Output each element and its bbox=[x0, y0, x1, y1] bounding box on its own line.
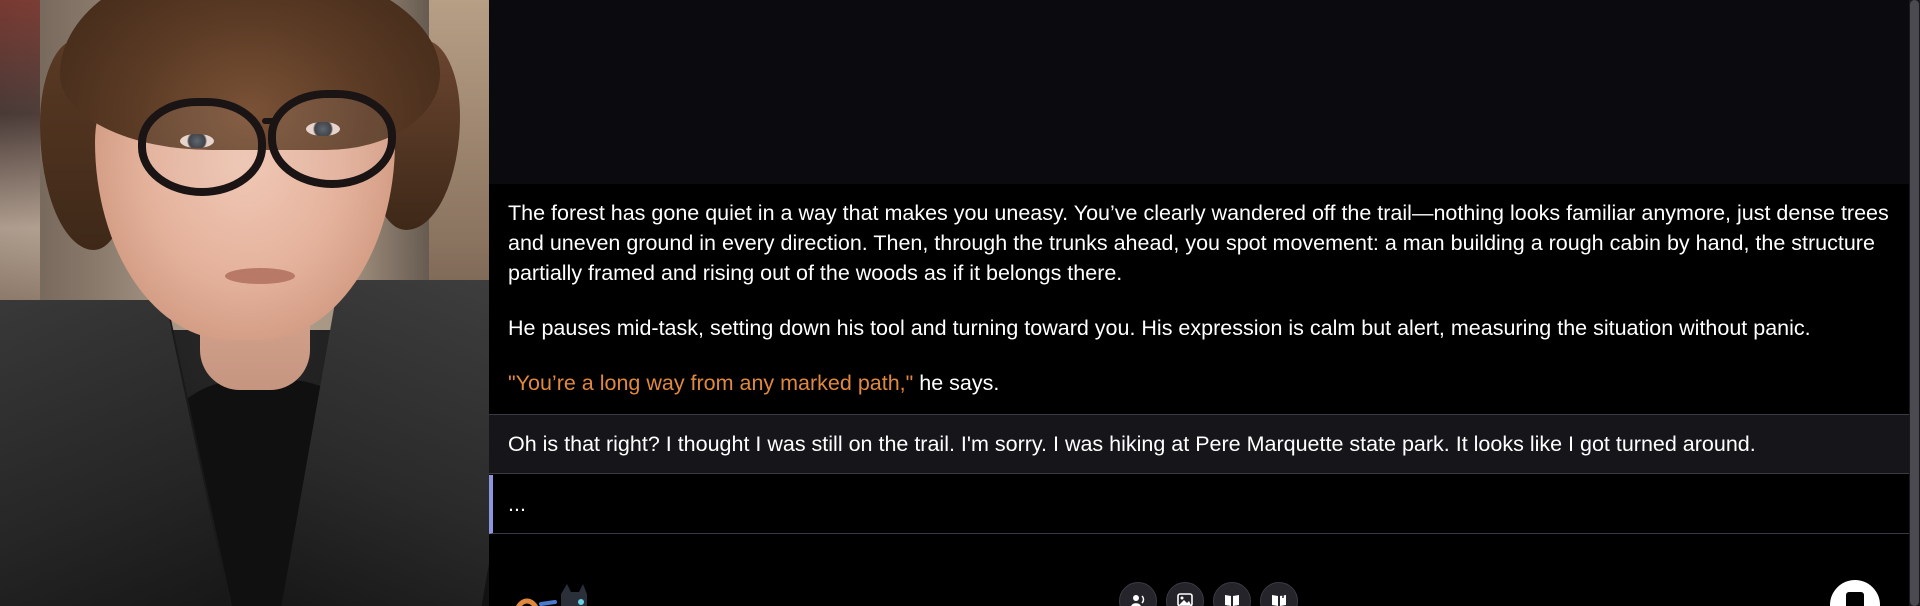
chat-toolbar bbox=[489, 556, 1909, 606]
glasses-bridge bbox=[262, 118, 276, 124]
glasses-lens-right bbox=[268, 90, 396, 188]
book-icon bbox=[1225, 595, 1239, 606]
user-message: Oh is that right? I thought I was still … bbox=[489, 414, 1909, 474]
image-icon bbox=[1177, 593, 1193, 606]
portrait-jacket-right bbox=[279, 280, 489, 606]
portrait-lips bbox=[225, 268, 295, 284]
app-logo-icon bbox=[516, 584, 587, 606]
book-button[interactable] bbox=[1213, 582, 1251, 606]
ai-dialogue-quote: "You’re a long way from any marked path,… bbox=[508, 371, 914, 395]
glasses-lens-left bbox=[138, 98, 266, 196]
chat-top-area bbox=[489, 0, 1909, 184]
ai-paragraph-1: The forest has gone quiet in a way that … bbox=[508, 201, 1889, 285]
chat-panel: The forest has gone quiet in a way that … bbox=[489, 0, 1909, 606]
book-audio-button[interactable] bbox=[1260, 582, 1298, 606]
ai-dialogue-tail: he says. bbox=[913, 371, 1000, 395]
image-button[interactable] bbox=[1166, 582, 1204, 606]
stop-generation-button[interactable] bbox=[1830, 580, 1880, 606]
ai-paragraph-3: "You’re a long way from any marked path,… bbox=[508, 368, 1889, 398]
scrollbar-thumb[interactable] bbox=[1910, 0, 1919, 606]
pending-message: ... bbox=[489, 475, 1909, 534]
book-audio-icon bbox=[1272, 593, 1286, 606]
voice-icon bbox=[1131, 595, 1145, 606]
page-scrollbar[interactable] bbox=[1909, 0, 1920, 606]
character-portrait bbox=[0, 0, 489, 606]
ai-message: The forest has gone quiet in a way that … bbox=[489, 198, 1909, 423]
pending-message-text: ... bbox=[508, 492, 526, 516]
app-root: The forest has gone quiet in a way that … bbox=[0, 0, 1920, 606]
user-message-text: Oh is that right? I thought I was still … bbox=[508, 432, 1756, 456]
ai-paragraph-2: He pauses mid-task, setting down his too… bbox=[508, 316, 1811, 340]
stop-icon bbox=[1846, 592, 1864, 606]
voice-button[interactable] bbox=[1119, 582, 1157, 606]
